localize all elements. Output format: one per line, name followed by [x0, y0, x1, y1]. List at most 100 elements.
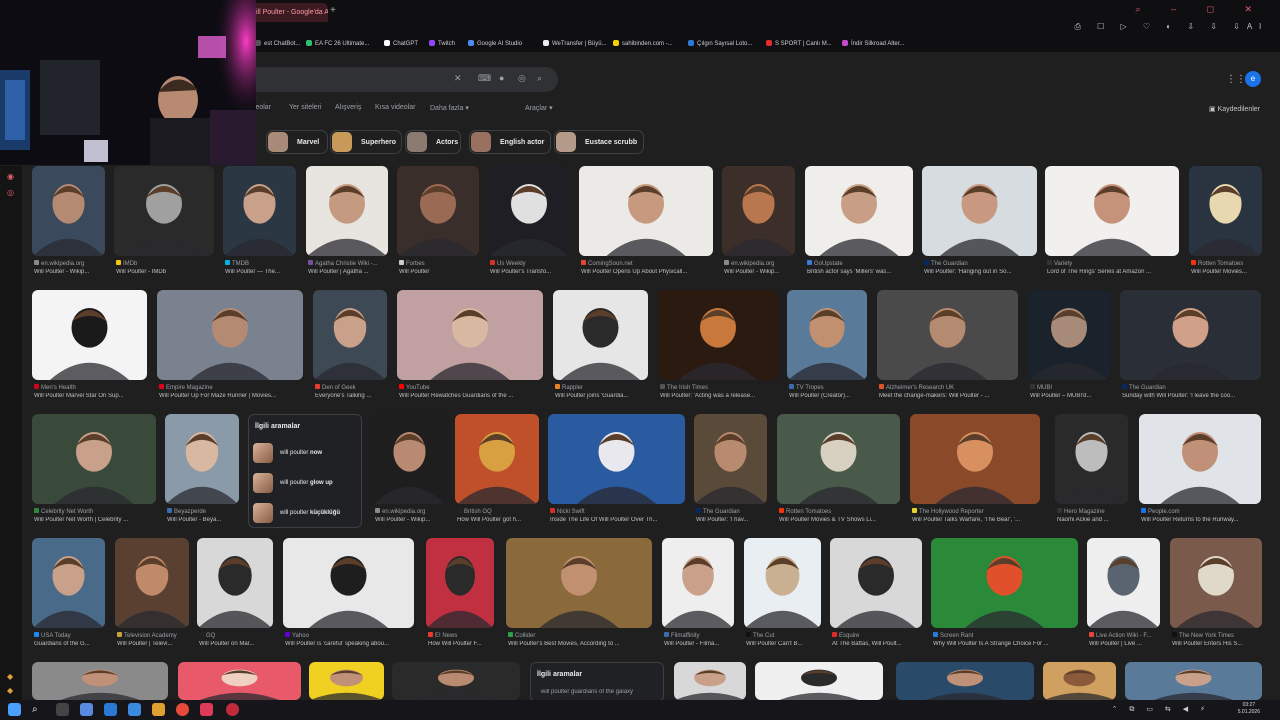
result-source[interactable]: en.wikipedia.org: [375, 508, 446, 515]
result-source[interactable]: Rappler: [555, 384, 648, 391]
rail-app-icon[interactable]: ◎: [7, 188, 14, 197]
bookmark-item[interactable]: Google AI Studio: [468, 40, 522, 47]
result-source[interactable]: MUBI: [1030, 384, 1110, 391]
file-explorer-icon[interactable]: [152, 703, 165, 716]
image-result-thumbnail[interactable]: [658, 290, 778, 380]
result-source[interactable]: Empire Magazine: [159, 384, 303, 391]
bookmark-item[interactable]: Twitch: [429, 40, 455, 47]
result-source[interactable]: GoUpstate: [807, 260, 913, 267]
microphone-icon[interactable]: ●: [499, 73, 504, 83]
image-result-thumbnail[interactable]: [1028, 290, 1110, 380]
result-source[interactable]: Us Weekly: [490, 260, 570, 267]
result-source[interactable]: Den of Geek: [315, 384, 387, 391]
bookmark-item[interactable]: est ChatBot...: [255, 40, 300, 47]
image-result-thumbnail[interactable]: [1170, 538, 1262, 628]
apps-grid-icon[interactable]: ⋮⋮: [1226, 74, 1246, 85]
image-result-thumbnail[interactable]: [662, 538, 734, 628]
image-result-thumbnail[interactable]: [1055, 414, 1128, 504]
result-title[interactable]: Lord of The Rings' Series at Amazon ...: [1047, 269, 1179, 275]
image-result-thumbnail[interactable]: [1125, 662, 1262, 700]
image-result-thumbnail[interactable]: [1045, 166, 1179, 256]
image-result-thumbnail[interactable]: [910, 414, 1040, 504]
result-title[interactable]: At The Baftas, Will Poult...: [832, 641, 922, 647]
result-title[interactable]: Will Poulter | Live ...: [1089, 641, 1160, 647]
result-title[interactable]: Will Poulter | Televi...: [117, 641, 189, 647]
image-result-thumbnail[interactable]: [1120, 290, 1261, 380]
image-result-thumbnail[interactable]: [115, 538, 189, 628]
image-result-thumbnail[interactable]: [373, 414, 446, 504]
result-title[interactable]: Will Poulter Opens Up About Physicall...: [581, 269, 713, 275]
result-source[interactable]: Beyazperde: [167, 508, 239, 515]
image-result-thumbnail[interactable]: [922, 166, 1037, 256]
image-result-thumbnail[interactable]: [197, 538, 273, 628]
image-result-thumbnail[interactable]: [777, 414, 900, 504]
result-source[interactable]: Celebrity Net Worth: [34, 508, 156, 515]
image-result-thumbnail[interactable]: [579, 166, 713, 256]
clear-icon[interactable]: ✕: [454, 73, 462, 84]
result-title[interactable]: Will Poulter Enters His S...: [1172, 641, 1262, 647]
result-title[interactable]: Will Poulter - IMDb: [116, 269, 214, 275]
bookmark-item[interactable]: WeTransfer | Büyü...: [543, 40, 607, 47]
result-source[interactable]: Esquire: [832, 632, 922, 639]
result-source[interactable]: Hero Magazine: [1057, 508, 1128, 515]
search-icon[interactable]: ⌕: [537, 73, 542, 84]
image-result-thumbnail[interactable]: [283, 538, 414, 628]
image-result-thumbnail[interactable]: [931, 538, 1078, 628]
lens-icon[interactable]: ◎: [518, 73, 526, 84]
image-result-thumbnail[interactable]: [397, 166, 479, 256]
result-title[interactable]: Will Poulter is 'careful' speaking abou.…: [285, 641, 414, 647]
result-source[interactable]: ComingSoon.net: [581, 260, 713, 267]
image-result-thumbnail[interactable]: [553, 290, 648, 380]
image-result-thumbnail[interactable]: [1139, 414, 1261, 504]
image-result-thumbnail[interactable]: [1189, 166, 1262, 256]
result-source[interactable]: Forbes: [399, 260, 479, 267]
result-source[interactable]: en.wikipedia.org: [724, 260, 795, 267]
image-result-thumbnail[interactable]: [178, 662, 301, 700]
copilot-icon[interactable]: [80, 703, 93, 716]
image-result-thumbnail[interactable]: [877, 290, 1018, 380]
image-result-thumbnail[interactable]: [223, 166, 296, 256]
result-source[interactable]: Agatha Christie Wiki -...: [308, 260, 388, 267]
bookmark-item[interactable]: ChatGPT: [384, 40, 418, 47]
result-title[interactable]: Will Poulter (Creator)...: [789, 393, 867, 399]
bookmark-item[interactable]: İndir Silkroad Alter...: [842, 40, 904, 47]
image-result-thumbnail[interactable]: [830, 538, 922, 628]
result-source[interactable]: Variety: [1047, 260, 1179, 267]
image-result-thumbnail[interactable]: [32, 538, 105, 628]
image-result-thumbnail[interactable]: [694, 414, 767, 504]
filter-chip[interactable]: Actors: [405, 130, 461, 154]
result-title[interactable]: Will Poulter Returns to the Runway...: [1141, 517, 1261, 523]
result-title[interactable]: British actor says 'Millers' was...: [807, 269, 913, 275]
clock[interactable]: 03:27 5.01.2026: [1238, 702, 1260, 716]
result-source[interactable]: Yahoo: [285, 632, 414, 639]
result-title[interactable]: Everyone's Talking ...: [315, 393, 387, 399]
image-result-thumbnail[interactable]: [674, 662, 746, 700]
result-title[interactable]: Will Poulter - Beya...: [167, 517, 239, 523]
toolbar-icons[interactable]: ⎙ ☐ ▷ ♡ ◐ ⇩ ⇩ ⇩Al: [1074, 22, 1268, 32]
result-title[interactable]: Will Poulter Movies & TV Shows Li...: [779, 517, 900, 523]
image-result-thumbnail[interactable]: [488, 166, 570, 256]
result-source[interactable]: Filmaffinity: [664, 632, 734, 639]
result-title[interactable]: Meet the change-makers: Will Poulter - .…: [879, 393, 1018, 399]
result-source[interactable]: Live Action Wiki - F...: [1089, 632, 1160, 639]
image-result-thumbnail[interactable]: [1043, 662, 1116, 700]
image-result-thumbnail[interactable]: [805, 166, 913, 256]
nav-tab[interactable]: Yer siteleri: [289, 104, 321, 111]
chrome-icon[interactable]: [176, 703, 189, 716]
related-search-item[interactable]: will poulter now: [280, 450, 322, 456]
result-source[interactable]: The Hollywood Reporter: [912, 508, 1040, 515]
related-search-item[interactable]: will poulter küçüklüğü: [280, 510, 340, 516]
result-title[interactable]: Will Poulter - Wikip...: [375, 517, 446, 523]
saved-link[interactable]: ▣ Kaydedilenler: [1209, 105, 1260, 113]
image-result-thumbnail[interactable]: [426, 538, 494, 628]
image-result-thumbnail[interactable]: [313, 290, 387, 380]
nav-tab[interactable]: Araçlar ▾: [525, 104, 553, 112]
filter-chip[interactable]: Eustace scrubb: [554, 130, 644, 154]
result-title[interactable]: Naomi Ackie and ...: [1057, 517, 1128, 523]
rail-app-icon[interactable]: ◆: [7, 672, 13, 681]
image-result-thumbnail[interactable]: [165, 414, 239, 504]
result-title[interactable]: Will Poulter Marvel Star On Sup...: [34, 393, 147, 399]
filter-chip[interactable]: English actor: [469, 130, 551, 154]
result-source[interactable]: Nicki Swift: [550, 508, 685, 515]
result-title[interactable]: Will Poulter Talks Warfare, 'The Bear', …: [912, 517, 1040, 523]
